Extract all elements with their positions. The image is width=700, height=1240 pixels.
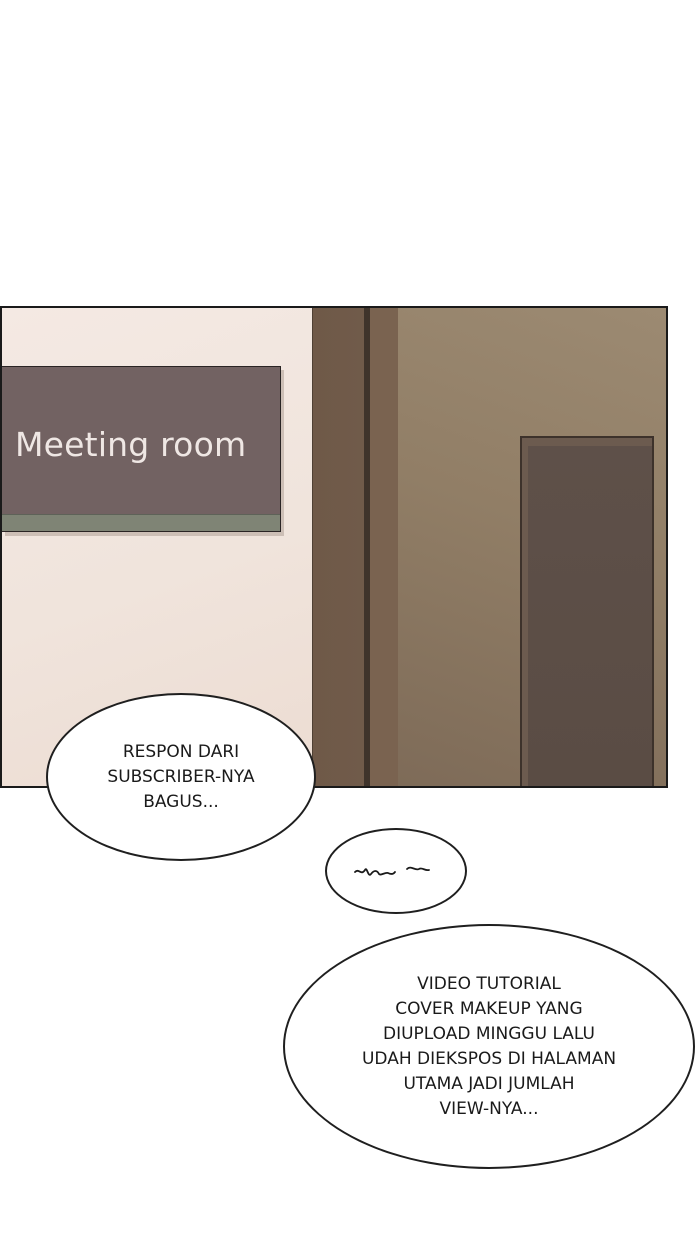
pillar-side (370, 308, 398, 786)
pillar (312, 308, 365, 786)
speech-bubble-1-text: RESPON DARI SUBSCRIBER-NYA BAGUS... (107, 741, 255, 812)
meeting-room-sign: Meeting room (2, 366, 281, 532)
speech-bubble-1: RESPON DARI SUBSCRIBER-NYA BAGUS... (46, 693, 316, 861)
speech-bubble-2 (325, 828, 467, 914)
sign-label: Meeting room (15, 425, 247, 464)
door (520, 436, 654, 786)
speech-bubble-3-text: VIDEO TUTORIAL COVER MAKEUP YANG DIUPLOA… (361, 973, 617, 1119)
door-inner (528, 446, 652, 786)
sign-strip (2, 514, 280, 531)
speech-bubble-3: VIDEO TUTORIAL COVER MAKEUP YANG DIUPLOA… (283, 924, 695, 1169)
mumble-scribble-icon (354, 866, 430, 876)
